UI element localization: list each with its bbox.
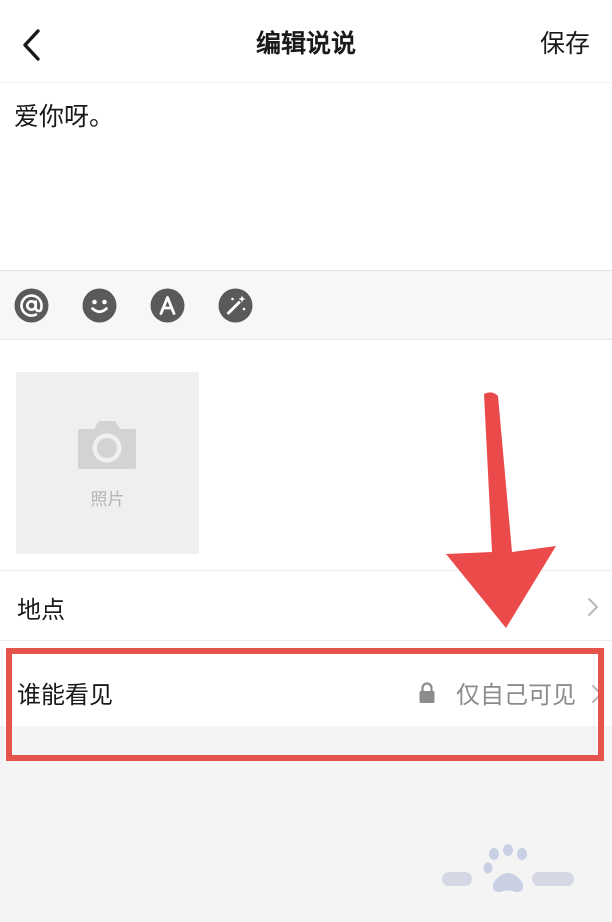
visibility-value: 仅自己可见 — [456, 681, 576, 709]
baidu-paw-watermark — [442, 844, 574, 892]
visibility-label: 谁能看见 — [17, 681, 113, 709]
lock-icon — [419, 682, 435, 703]
chevron-right-icon — [588, 598, 598, 616]
post-text: 爱你呀。 — [14, 102, 115, 131]
editor-toolbar — [0, 270, 612, 340]
post-editor[interactable]: 爱你呀。 — [0, 82, 612, 270]
add-photo-button[interactable]: 照片 — [16, 372, 199, 554]
save-button[interactable]: 保存 — [540, 0, 590, 88]
emoji-icon[interactable] — [82, 288, 117, 323]
page-title: 编辑说说 — [255, 29, 356, 58]
back-arrow-icon[interactable] — [18, 28, 48, 62]
visibility-row[interactable]: 谁能看见 仅自己可见 — [0, 640, 612, 726]
location-row[interactable]: 地点 — [0, 570, 612, 640]
font-icon[interactable] — [150, 288, 185, 323]
nav-bar: 编辑说说 保存 — [0, 0, 612, 82]
chevron-right-icon — [592, 685, 602, 703]
camera-icon — [78, 421, 136, 469]
location-label: 地点 — [17, 596, 65, 624]
magic-wand-icon[interactable] — [218, 288, 253, 323]
photo-label: 照片 — [90, 490, 125, 510]
at-icon[interactable] — [14, 288, 49, 323]
media-section: 照片 — [0, 340, 612, 570]
